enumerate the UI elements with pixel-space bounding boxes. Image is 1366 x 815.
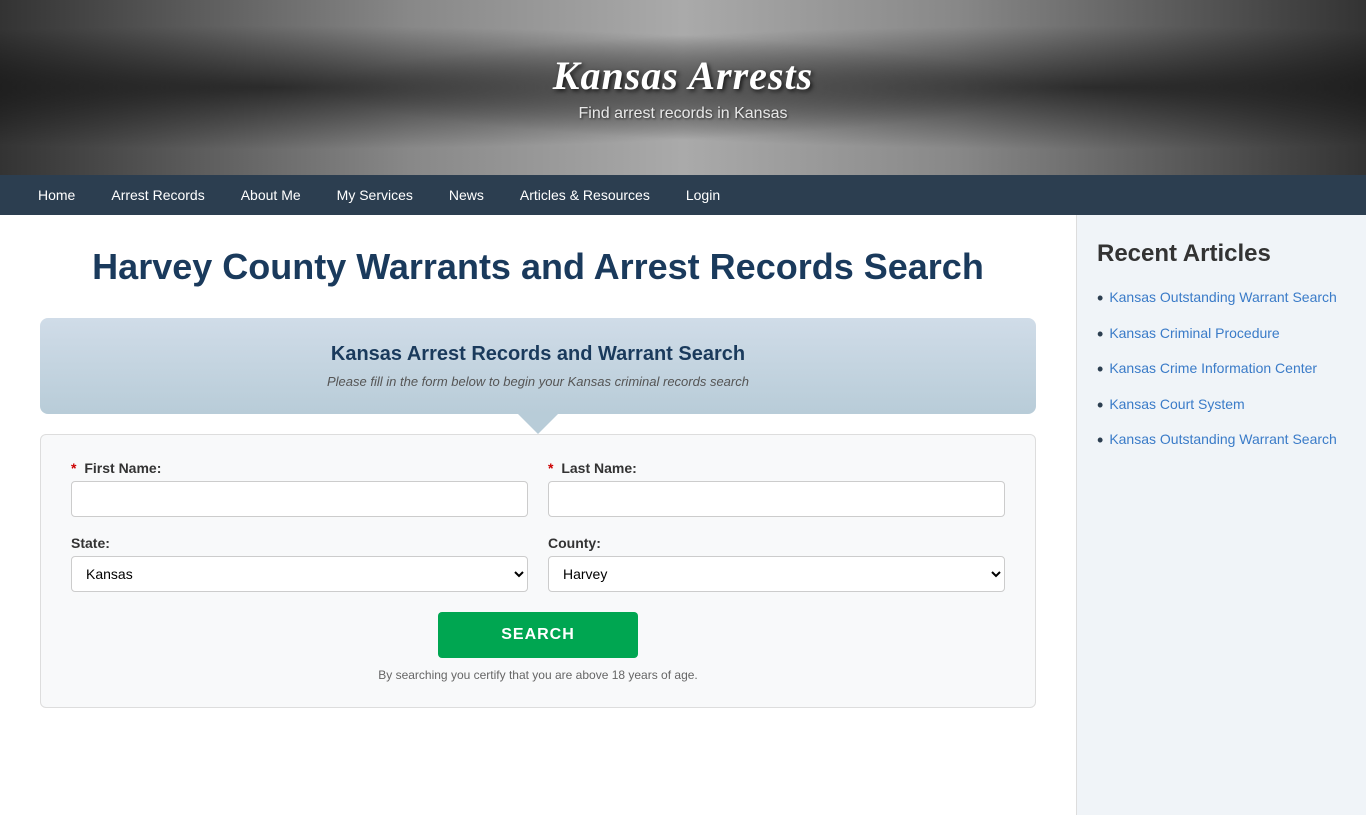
nav-item-login[interactable]: Login — [668, 175, 738, 215]
nav-item-home[interactable]: Home — [20, 175, 93, 215]
search-button[interactable]: SEARCH — [438, 612, 638, 658]
page-wrapper: Harvey County Warrants and Arrest Record… — [0, 215, 1366, 815]
required-mark-first: * — [71, 460, 76, 476]
sidebar-article-link[interactable]: Kansas Criminal Procedure — [1109, 324, 1279, 342]
sidebar-article-link[interactable]: Kansas Court System — [1109, 395, 1244, 413]
nav-item-articles-&-resources[interactable]: Articles & Resources — [502, 175, 668, 215]
first-name-input[interactable] — [71, 481, 528, 517]
header-content: Kansas Arrests Find arrest records in Ka… — [553, 52, 813, 123]
form-note: By searching you certify that you are ab… — [71, 668, 1005, 682]
last-name-label: * Last Name: — [548, 460, 1005, 476]
sidebar: Recent Articles Kansas Outstanding Warra… — [1076, 215, 1366, 815]
county-label: County: — [548, 535, 1005, 551]
sidebar-articles: Kansas Outstanding Warrant Search Kansas … — [1097, 288, 1346, 452]
search-card: Kansas Arrest Records and Warrant Search… — [40, 318, 1036, 414]
site-subtitle: Find arrest records in Kansas — [553, 105, 813, 123]
site-title: Kansas Arrests — [553, 52, 813, 99]
sidebar-article-link[interactable]: Kansas Crime Information Center — [1109, 359, 1317, 377]
required-mark-last: * — [548, 460, 553, 476]
sidebar-article-link[interactable]: Kansas Outstanding Warrant Search — [1109, 288, 1337, 306]
search-card-title: Kansas Arrest Records and Warrant Search — [70, 343, 1006, 366]
sidebar-article-link[interactable]: Kansas Outstanding Warrant Search — [1109, 430, 1337, 448]
search-form: * First Name: * Last Name: State: Kansa — [40, 434, 1036, 708]
site-header: Kansas Arrests Find arrest records in Ka… — [0, 0, 1366, 175]
nav-item-about-me[interactable]: About Me — [223, 175, 319, 215]
sidebar-article-item: Kansas Outstanding Warrant Search — [1097, 288, 1346, 310]
name-row: * First Name: * Last Name: — [71, 460, 1005, 517]
first-name-group: * First Name: — [71, 460, 528, 517]
main-nav: HomeArrest RecordsAbout MeMy ServicesNew… — [0, 175, 1366, 215]
sidebar-article-item: Kansas Criminal Procedure — [1097, 324, 1346, 346]
county-group: County: HarveyJohnsonSedgwickDouglasShaw… — [548, 535, 1005, 592]
nav-item-my-services[interactable]: My Services — [319, 175, 431, 215]
sidebar-title: Recent Articles — [1097, 240, 1346, 268]
last-name-group: * Last Name: — [548, 460, 1005, 517]
first-name-label: * First Name: — [71, 460, 528, 476]
page-title: Harvey County Warrants and Arrest Record… — [40, 245, 1036, 288]
sidebar-article-item: Kansas Crime Information Center — [1097, 359, 1346, 381]
search-card-subtitle: Please fill in the form below to begin y… — [70, 374, 1006, 389]
state-select[interactable]: KansasMissouriOklahomaNebraskaColorado — [71, 556, 528, 592]
last-name-input[interactable] — [548, 481, 1005, 517]
location-row: State: KansasMissouriOklahomaNebraskaCol… — [71, 535, 1005, 592]
sidebar-article-item: Kansas Outstanding Warrant Search — [1097, 430, 1346, 452]
nav-item-news[interactable]: News — [431, 175, 502, 215]
main-content: Harvey County Warrants and Arrest Record… — [0, 215, 1076, 815]
sidebar-article-item: Kansas Court System — [1097, 395, 1346, 417]
nav-item-arrest-records[interactable]: Arrest Records — [93, 175, 222, 215]
county-select[interactable]: HarveyJohnsonSedgwickDouglasShawnee — [548, 556, 1005, 592]
state-group: State: KansasMissouriOklahomaNebraskaCol… — [71, 535, 528, 592]
state-label: State: — [71, 535, 528, 551]
card-pointer — [518, 414, 558, 434]
